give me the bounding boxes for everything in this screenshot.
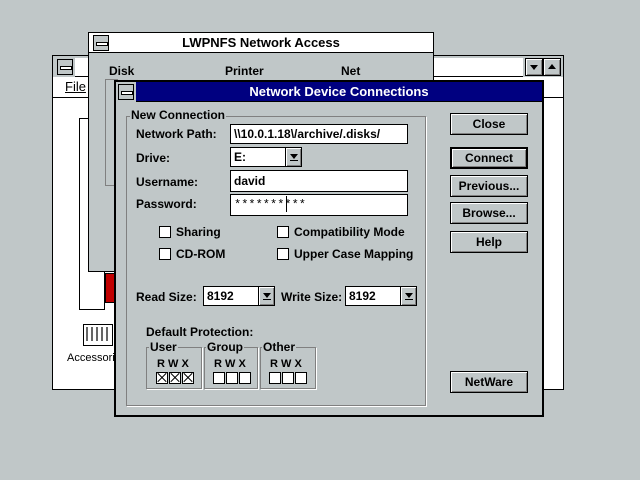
dialog-title-bar[interactable]: Network Device Connections [136, 82, 542, 102]
accessories-group-icon[interactable] [83, 324, 113, 346]
read-size-value: 8192 [207, 289, 234, 303]
user-execute-checkbox[interactable] [182, 372, 194, 384]
sharing-label[interactable]: Sharing [176, 225, 221, 239]
tab-disk[interactable]: Disk [109, 64, 134, 78]
user-rwx-header: R W X [157, 358, 189, 370]
previous-button[interactable]: Previous... [450, 175, 528, 197]
other-rwx-header: R W X [270, 358, 302, 370]
drive-select[interactable]: E: [230, 147, 302, 167]
tab-printer[interactable]: Printer [225, 64, 264, 78]
help-button[interactable]: Help [450, 231, 528, 253]
background-system-menu-icon[interactable] [57, 59, 73, 75]
network-device-connections-dialog: Network Device Connections New Connectio… [114, 80, 544, 417]
other-protection-title: Other [262, 340, 297, 354]
write-size-dropdown-arrow-icon[interactable] [400, 287, 416, 305]
upper-case-mapping-label[interactable]: Upper Case Mapping [294, 247, 413, 261]
cdrom-label[interactable]: CD-ROM [176, 247, 225, 261]
write-size-label: Write Size: [281, 290, 343, 304]
group-rwx-header: R W X [214, 358, 246, 370]
sharing-checkbox[interactable] [159, 226, 171, 238]
upper-case-mapping-checkbox[interactable] [277, 248, 289, 260]
write-size-value: 8192 [349, 289, 376, 303]
user-protection-title: User [149, 340, 178, 354]
group-read-checkbox[interactable] [213, 372, 225, 384]
menu-file[interactable]: File [65, 79, 86, 94]
compatibility-mode-label[interactable]: Compatibility Mode [294, 225, 405, 239]
network-path-field[interactable]: \\10.0.1.18\/archive/.disks/ [230, 124, 408, 144]
connect-button[interactable]: Connect [450, 147, 528, 169]
cdrom-checkbox[interactable] [159, 248, 171, 260]
username-field[interactable]: david [230, 170, 408, 192]
drive-dropdown-arrow-icon[interactable] [285, 148, 301, 166]
lwpnfs-system-menu-icon[interactable] [93, 35, 109, 51]
default-protection-label: Default Protection: [146, 325, 254, 339]
password-field[interactable]: ********** [230, 194, 408, 216]
other-read-checkbox[interactable] [269, 372, 281, 384]
netware-button[interactable]: NetWare [450, 371, 528, 393]
other-execute-checkbox[interactable] [295, 372, 307, 384]
user-read-checkbox[interactable] [156, 372, 168, 384]
lwpnfs-title: LWPNFS Network Access [182, 35, 340, 50]
drive-label: Drive: [136, 151, 171, 165]
browse-button[interactable]: Browse... [450, 202, 528, 224]
maximize-arrow-icon[interactable] [543, 58, 561, 76]
read-size-dropdown-arrow-icon[interactable] [258, 287, 274, 305]
other-write-checkbox[interactable] [282, 372, 294, 384]
tab-net[interactable]: Net [341, 64, 360, 78]
read-size-select[interactable]: 8192 [203, 286, 275, 306]
password-label: Password: [136, 197, 197, 211]
text-cursor-icon [286, 196, 287, 212]
dialog-title: Network Device Connections [249, 84, 429, 99]
user-write-checkbox[interactable] [169, 372, 181, 384]
group-protection-title: Group [206, 340, 244, 354]
write-size-select[interactable]: 8192 [345, 286, 417, 306]
network-path-label: Network Path: [136, 127, 217, 141]
dialog-system-menu-icon[interactable] [118, 84, 134, 100]
lwpnfs-title-bar[interactable]: LWPNFS Network Access [89, 33, 433, 53]
close-button[interactable]: Close [450, 113, 528, 135]
drive-value: E: [234, 150, 246, 164]
read-size-label: Read Size: [136, 290, 197, 304]
username-label: Username: [136, 175, 199, 189]
group-write-checkbox[interactable] [226, 372, 238, 384]
group-execute-checkbox[interactable] [239, 372, 251, 384]
new-connection-title: New Connection [130, 108, 227, 122]
accessories-icon-label: Accessori [67, 352, 115, 364]
minimize-arrow-icon[interactable] [525, 58, 543, 76]
compatibility-mode-checkbox[interactable] [277, 226, 289, 238]
